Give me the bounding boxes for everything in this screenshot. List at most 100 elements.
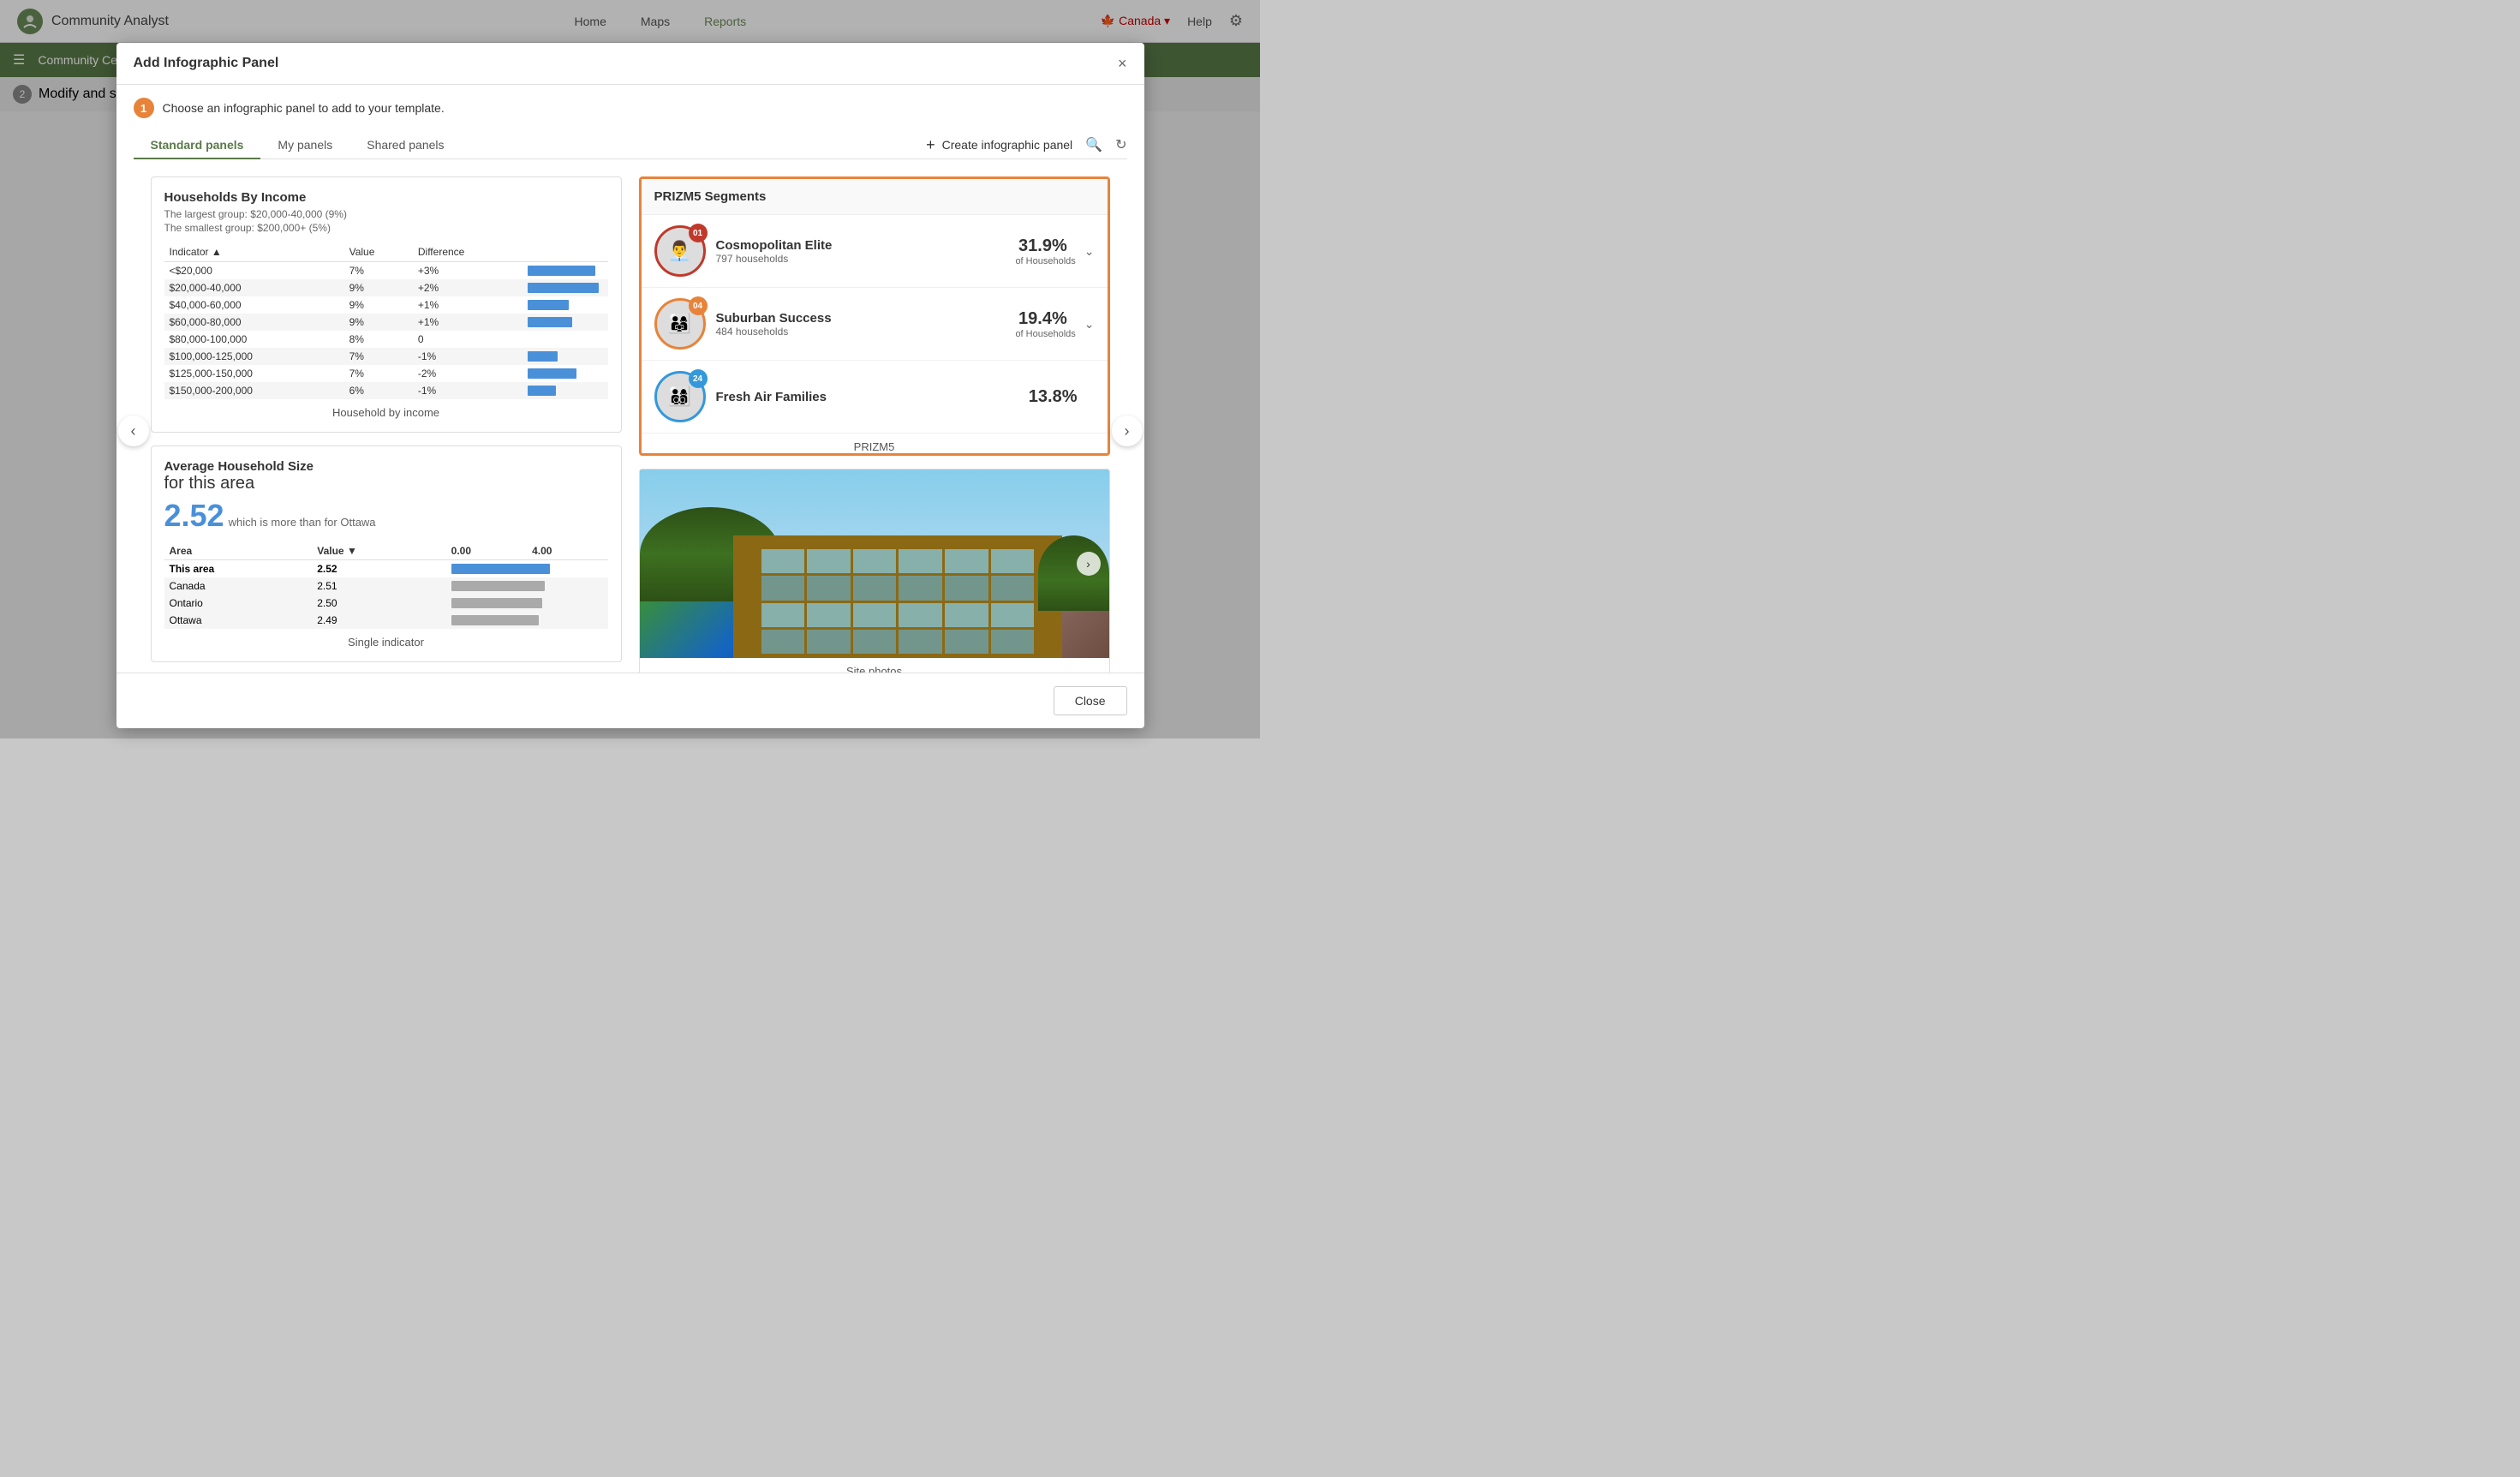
household-income-label: Household by income [164, 406, 608, 419]
tab-shared-panels[interactable]: Shared panels [349, 131, 461, 158]
panels-grid: Households By Income The largest group: … [151, 176, 1110, 673]
income-value: 9% [344, 314, 413, 331]
si-comparison: which is more than for Ottawa [229, 516, 376, 529]
panels-container: ‹ › Households By Income The largest gro… [134, 176, 1127, 673]
income-bar [523, 331, 608, 348]
segment-pct: 13.8% [1029, 387, 1078, 407]
income-bar [523, 296, 608, 314]
create-panel-button[interactable]: + Create infographic panel [926, 136, 1072, 154]
table-row: Ontario 2.50 [164, 595, 608, 612]
household-income-table: Indicator ▲ Value Difference <$20,000 7%… [164, 242, 608, 399]
income-diff: +2% [413, 279, 523, 296]
income-indicator: $150,000-200,000 [164, 382, 344, 399]
income-value: 8% [344, 331, 413, 348]
segment-households: 484 households [716, 326, 1016, 338]
si-value: 2.52 [164, 498, 224, 534]
income-indicator: $60,000-80,000 [164, 314, 344, 331]
si-val: 2.50 [312, 595, 445, 612]
household-income-sub2: The smallest group: $200,000+ (5%) [164, 222, 608, 234]
prizm-segments-list: 👨‍💼 01 Cosmopolitan Elite 797 households… [642, 215, 1108, 434]
income-indicator: $40,000-60,000 [164, 296, 344, 314]
si-col-value: Value ▼ [312, 542, 445, 560]
prizm5-header: PRIZM5 Segments [642, 179, 1108, 215]
segment-pct-block: 31.9% of Households [1015, 236, 1075, 266]
prizm-segment-item[interactable]: 👨‍👩‍👦‍👦 24 Fresh Air Families 13.8% [642, 361, 1108, 434]
segment-households: 797 households [716, 253, 1016, 265]
segment-badge: 01 [689, 224, 708, 242]
table-row: <$20,000 7% +3% [164, 262, 608, 280]
close-button[interactable]: Close [1054, 686, 1127, 715]
nav-next-button[interactable]: › [1112, 416, 1143, 446]
segment-avatar-wrapper: 👨‍👩‍👦‍👦 24 [654, 371, 706, 422]
modal-overlay: Add Infographic Panel × 1 Choose an info… [0, 0, 1260, 738]
site-photo-image: › [640, 469, 1109, 658]
income-diff: +1% [413, 296, 523, 314]
segment-pct: 19.4% [1015, 309, 1066, 329]
modal-header: Add Infographic Panel × [116, 43, 1144, 85]
table-row: $125,000-150,000 7% -2% [164, 365, 608, 382]
segment-of: of Households [1015, 256, 1075, 266]
income-indicator: $80,000-100,000 [164, 331, 344, 348]
col-indicator[interactable]: Indicator ▲ [164, 242, 344, 262]
income-diff: -1% [413, 348, 523, 365]
household-income-panel[interactable]: Households By Income The largest group: … [151, 176, 622, 433]
chevron-down-icon[interactable]: ⌄ [1084, 317, 1095, 332]
si-title: Average Household Size [164, 459, 608, 474]
income-value: 7% [344, 348, 413, 365]
table-row: Canada 2.51 [164, 577, 608, 595]
income-indicator: <$20,000 [164, 262, 344, 280]
si-area: Ontario [164, 595, 313, 612]
si-val: 2.51 [312, 577, 445, 595]
tab-my-panels[interactable]: My panels [260, 131, 349, 158]
photo-nav-next[interactable]: › [1077, 552, 1101, 576]
si-area: Canada [164, 577, 313, 595]
single-indicator-panel[interactable]: Average Household Size for this area 2.5… [151, 445, 622, 662]
table-row: $40,000-60,000 9% +1% [164, 296, 608, 314]
si-bar-cell [446, 595, 608, 612]
prizm-segment-item[interactable]: 👨‍👩‍👧 04 Suburban Success 484 households… [642, 288, 1108, 361]
col-value: Value [344, 242, 413, 262]
segment-of: of Households [1015, 329, 1075, 339]
si-bar-cell [446, 560, 608, 578]
single-indicator-label: Single indicator [164, 636, 608, 649]
income-value: 9% [344, 279, 413, 296]
segment-name: Fresh Air Families [716, 390, 1029, 404]
step-text: Choose an infographic panel to add to yo… [163, 101, 445, 115]
tab-standard-panels[interactable]: Standard panels [134, 131, 261, 158]
segment-name: Cosmopolitan Elite [716, 238, 1016, 253]
chevron-down-icon[interactable]: ⌄ [1084, 244, 1095, 259]
segment-avatar-wrapper: 👨‍💼 01 [654, 225, 706, 277]
income-diff: +1% [413, 314, 523, 331]
segment-info: Suburban Success 484 households [716, 311, 1016, 338]
site-photos-panel[interactable]: › Site photos [639, 469, 1110, 673]
refresh-icon[interactable]: ↻ [1115, 136, 1126, 153]
si-val: 2.49 [312, 612, 445, 629]
segment-pct: 31.9% [1015, 236, 1066, 256]
si-col-area: Area [164, 542, 313, 560]
prizm-segment-item[interactable]: 👨‍💼 01 Cosmopolitan Elite 797 households… [642, 215, 1108, 288]
search-icon[interactable]: 🔍 [1085, 136, 1102, 153]
table-row: This area 2.52 [164, 560, 608, 578]
segment-badge: 04 [689, 296, 708, 315]
modal-body: 1 Choose an infographic panel to add to … [116, 85, 1144, 673]
income-diff: +3% [413, 262, 523, 280]
income-diff: -1% [413, 382, 523, 399]
income-value: 7% [344, 262, 413, 280]
income-indicator: $20,000-40,000 [164, 279, 344, 296]
segment-name: Suburban Success [716, 311, 1016, 326]
table-row: Ottawa 2.49 [164, 612, 608, 629]
modal-close-button[interactable]: × [1118, 56, 1127, 71]
income-diff: 0 [413, 331, 523, 348]
prizm5-label: PRIZM5 [642, 440, 1108, 453]
si-area: This area [164, 560, 313, 578]
nav-prev-button[interactable]: ‹ [118, 416, 149, 446]
household-income-title: Households By Income [164, 190, 608, 205]
prizm5-panel[interactable]: PRIZM5 Segments 👨‍💼 01 Cosmopolitan Elit… [639, 176, 1110, 456]
prizm5-title: PRIZM5 Segments [654, 189, 1095, 204]
si-col-range-end: 4.00 [527, 542, 607, 560]
income-value: 6% [344, 382, 413, 399]
col-difference: Difference [413, 242, 523, 262]
segment-pct-block: 19.4% of Households [1015, 309, 1075, 339]
si-col-range-start: 0.00 [446, 542, 527, 560]
table-row: $100,000-125,000 7% -1% [164, 348, 608, 365]
